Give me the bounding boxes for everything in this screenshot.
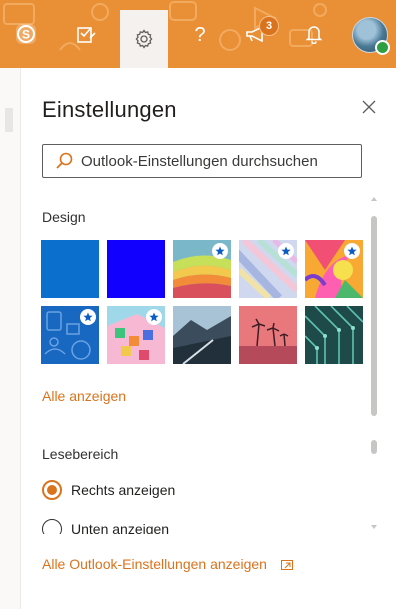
panel-title: Einstellungen <box>42 97 177 122</box>
design-heading: Design <box>42 209 86 225</box>
theme-rainbow-waves[interactable] <box>173 240 231 298</box>
svg-text:S: S <box>22 28 30 42</box>
reading-pane-right-option[interactable]: Rechts anzeigen <box>42 480 175 500</box>
settings-panel: Einstellungen Design <box>21 68 396 609</box>
settings-search-input[interactable] <box>81 152 351 170</box>
outlook-settings-screen: S ? 3 Einstellungen Outlook-Einstellunge… <box>0 0 396 609</box>
help-icon: ? <box>194 24 205 45</box>
scrollbar-thumb[interactable] <box>371 440 377 454</box>
theme-pixel-garden[interactable] <box>107 306 165 364</box>
close-button[interactable] <box>358 96 380 118</box>
section-divider <box>21 416 396 422</box>
theme-palm-sunset[interactable] <box>239 306 297 364</box>
theme-circuit-board-art <box>305 306 363 364</box>
premium-star-icon <box>344 243 360 259</box>
whats-new-button[interactable]: 3 <box>232 10 280 58</box>
clip-mask <box>21 534 396 544</box>
placeholder-block <box>5 108 13 132</box>
presence-available-icon <box>375 40 390 55</box>
all-settings-label: Alle Outlook-Einstellungen anzeigen <box>42 556 267 572</box>
premium-star-icon <box>212 243 228 259</box>
user-avatar[interactable] <box>352 17 390 55</box>
skype-icon: S <box>16 24 36 44</box>
design-scrollbar[interactable] <box>370 196 378 416</box>
theme-palm-sunset-art <box>239 306 297 364</box>
todo-icon <box>77 27 96 43</box>
radio-selected[interactable] <box>42 480 62 500</box>
bell-icon <box>305 26 323 44</box>
reading-pane-scrollbar[interactable] <box>370 440 378 532</box>
theme-mountain-road[interactable] <box>173 306 231 364</box>
theme-pastel-lines[interactable] <box>239 240 297 298</box>
scrollbar-thumb[interactable] <box>371 216 377 416</box>
open-in-window-icon <box>280 560 293 571</box>
theme-blue[interactable] <box>41 240 99 298</box>
todo-button[interactable] <box>62 10 110 58</box>
skype-button[interactable]: S <box>2 10 50 58</box>
scroll-up-icon[interactable] <box>370 196 378 202</box>
mail-list-edge <box>0 68 21 609</box>
theme-mountain-road-art <box>173 306 231 364</box>
radio-label: Rechts anzeigen <box>71 482 176 498</box>
settings-search-box[interactable] <box>42 144 362 178</box>
premium-star-icon <box>80 309 96 325</box>
notification-count-badge: 3 <box>259 16 279 36</box>
help-button[interactable]: ? <box>176 10 224 58</box>
reading-pane-heading: Lesebereich <box>42 446 119 462</box>
all-outlook-settings-link[interactable]: Alle Outlook-Einstellungen anzeigen <box>42 556 293 572</box>
search-icon <box>55 151 75 171</box>
theme-dark-blue[interactable] <box>107 240 165 298</box>
premium-star-icon <box>146 309 162 325</box>
theme-colorful-dragon[interactable] <box>305 240 363 298</box>
top-bar: S ? 3 <box>0 0 396 68</box>
gear-icon <box>135 29 153 49</box>
see-all-themes-link[interactable]: Alle anzeigen <box>42 388 126 404</box>
settings-button[interactable] <box>120 10 168 68</box>
svg-text:?: ? <box>194 24 205 45</box>
theme-circuit-board[interactable] <box>305 306 363 364</box>
theme-blueprint[interactable] <box>41 306 99 364</box>
scroll-down-icon[interactable] <box>370 524 378 530</box>
notifications-button[interactable] <box>290 10 338 58</box>
premium-star-icon <box>278 243 294 259</box>
close-icon <box>362 100 376 114</box>
